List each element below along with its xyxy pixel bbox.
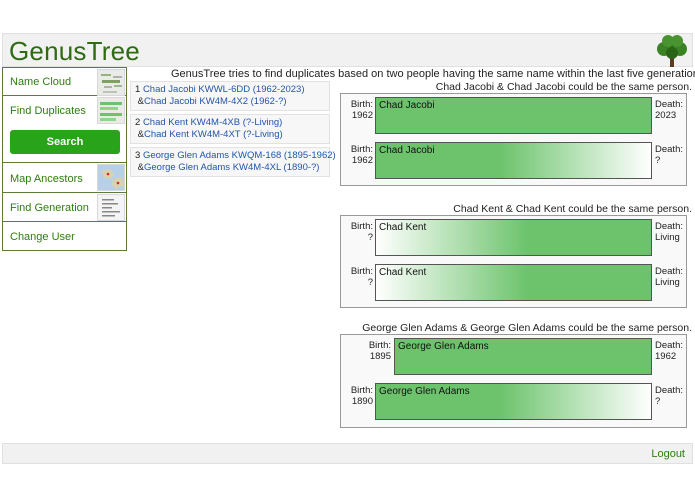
lifespan-bar[interactable]: George Glen Adams	[394, 338, 652, 375]
sidebar: Name Cloud Find Duplicates Search Map An…	[2, 67, 127, 251]
person-link[interactable]: Chad Kent KW4M-4XT (?-Living)	[144, 129, 283, 140]
tree-logo-icon	[657, 35, 687, 67]
duplicate-list: 1 Chad Jacobi KWWL-6DD (1962-2023) &Chad…	[130, 81, 336, 180]
item-index: 3	[135, 150, 141, 161]
comparison-title: Chad Kent & Chad Kent could be the same …	[453, 203, 692, 215]
app-header: GenusTree	[2, 33, 693, 67]
birth-info: Birth:?	[350, 221, 373, 243]
sidebar-item-name-cloud[interactable]: Name Cloud	[2, 67, 127, 96]
sidebar-item-map-ancestors[interactable]: Map Ancestors	[2, 163, 127, 193]
find-duplicates-thumbnail-icon	[97, 97, 125, 124]
person-link[interactable]: George Glen Adams KWQM-168 (1895-1962)	[143, 150, 336, 161]
search-button[interactable]: Search	[10, 130, 120, 154]
lifespan-bar[interactable]: Chad Jacobi	[375, 142, 652, 179]
person-link[interactable]: George Glen Adams KW4M-4XL (1890-?)	[144, 162, 319, 173]
logout-link[interactable]: Logout	[651, 448, 685, 460]
person-row: Birth: 1895 George Glen Adams Death: 1962	[341, 338, 686, 376]
comparison-panel: Birth:? Chad Kent Death: Living Birth:? C…	[340, 215, 687, 308]
birth-info: Birth:?	[350, 266, 373, 288]
person-name: Chad Jacobi	[379, 100, 435, 111]
person-link[interactable]: Chad Kent KW4M-4XB (?-Living)	[143, 117, 282, 128]
person-name: Chad Jacobi	[379, 145, 435, 156]
sidebar-item-find-generation[interactable]: Find Generation	[2, 193, 127, 222]
person-row: Birth: 1962 Chad Jacobi Death:?	[341, 142, 686, 180]
birth-info: Birth: 1962	[350, 99, 373, 121]
birth-info: Birth: 1962	[350, 144, 373, 166]
person-link[interactable]: Chad Jacobi KWWL-6DD (1962-2023)	[143, 84, 305, 95]
person-row: Birth: 1890 George Glen Adams Death:?	[341, 383, 686, 421]
sidebar-item-find-duplicates[interactable]: Find Duplicates Search	[2, 96, 127, 163]
item-index: 2	[135, 117, 141, 128]
birth-info: Birth: 1890	[350, 385, 373, 407]
intro-text: GenusTree tries to find duplicates based…	[171, 68, 695, 80]
sidebar-item-label: Find Generation	[10, 202, 89, 214]
app-footer: Logout	[2, 443, 693, 464]
list-item: 3 George Glen Adams KWQM-168 (1895-1962)…	[130, 147, 336, 177]
person-name: Chad Kent	[379, 267, 427, 278]
lifespan-bar[interactable]: Chad Kent	[375, 219, 652, 256]
person-row: Birth:? Chad Kent Death: Living	[341, 264, 686, 302]
lifespan-bar[interactable]: Chad Kent	[375, 264, 652, 301]
list-item: 2 Chad Kent KW4M-4XB (?-Living) &Chad Ke…	[130, 114, 330, 144]
comparison-panel: Birth: 1895 George Glen Adams Death: 1962 …	[340, 334, 687, 428]
lifespan-bar[interactable]: George Glen Adams	[375, 383, 652, 420]
death-info: Death:?	[655, 385, 683, 407]
death-info: Death: Living	[655, 221, 683, 243]
person-row: Birth: 1962 Chad Jacobi Death: 2023	[341, 97, 686, 135]
sidebar-item-label: Change User	[10, 231, 75, 243]
app-title[interactable]: GenusTree	[9, 36, 140, 67]
comparison-panel: Birth: 1962 Chad Jacobi Death: 2023 Birth:…	[340, 93, 687, 186]
sidebar-item-change-user[interactable]: Change User	[2, 222, 127, 251]
person-name: George Glen Adams	[398, 341, 489, 352]
person-name: George Glen Adams	[379, 386, 470, 397]
comparison-title: Chad Jacobi & Chad Jacobi could be the s…	[435, 81, 692, 93]
person-row: Birth:? Chad Kent Death: Living	[341, 219, 686, 257]
name-cloud-thumbnail-icon	[97, 69, 125, 96]
lifespan-bar[interactable]: Chad Jacobi	[375, 97, 652, 134]
death-info: Death: Living	[655, 266, 683, 288]
death-info: Death: 2023	[655, 99, 683, 121]
sidebar-item-label: Map Ancestors	[10, 173, 83, 185]
death-info: Death:?	[655, 144, 683, 166]
item-index: 1	[135, 84, 141, 95]
sidebar-item-label: Name Cloud	[10, 76, 72, 88]
birth-info: Birth: 1895	[368, 340, 391, 362]
person-name: Chad Kent	[379, 222, 427, 233]
comparison-title: George Glen Adams & George Glen Adams co…	[362, 322, 692, 334]
sidebar-item-label: Find Duplicates	[10, 105, 86, 117]
map-thumbnail-icon	[97, 164, 125, 191]
list-item: 1 Chad Jacobi KWWL-6DD (1962-2023) &Chad…	[130, 81, 330, 111]
generation-thumbnail-icon	[97, 194, 125, 221]
death-info: Death: 1962	[655, 340, 683, 362]
person-link[interactable]: Chad Jacobi KW4M-4X2 (1962-?)	[144, 96, 287, 107]
